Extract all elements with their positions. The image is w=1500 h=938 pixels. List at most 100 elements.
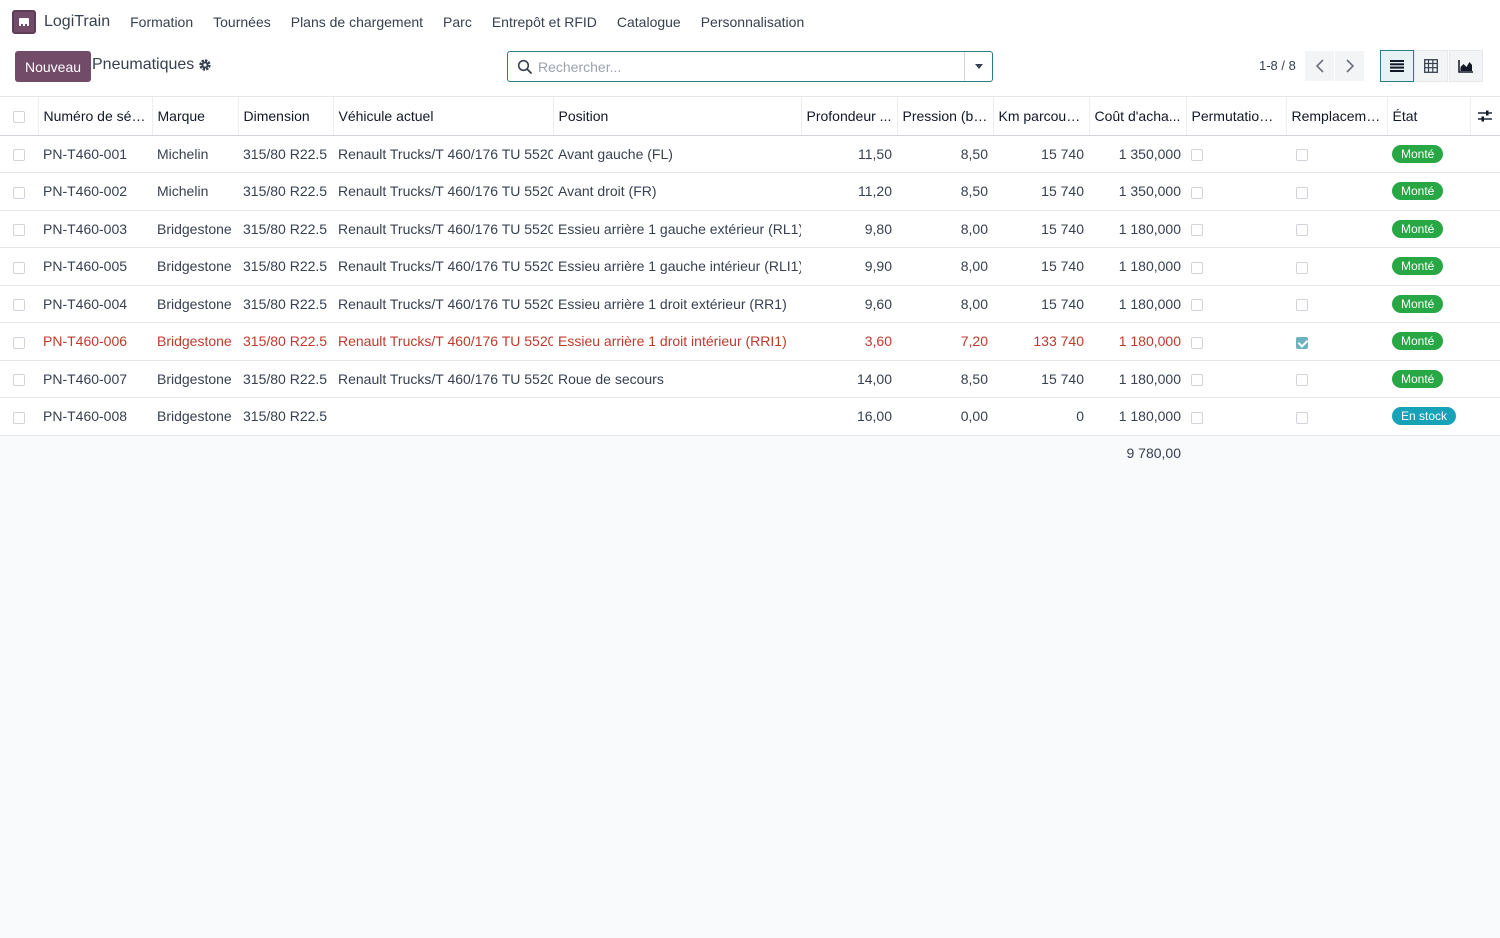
permutation-checkbox[interactable]	[1191, 149, 1203, 162]
cell-position[interactable]: Essieu arrière 1 gauche intérieur (RLI1)	[553, 247, 801, 286]
search-options-toggle[interactable]	[964, 52, 992, 81]
cell-position[interactable]: Roue de secours	[553, 360, 801, 398]
cell-pressure[interactable]: 8,00	[897, 285, 993, 323]
cell-depth[interactable]: 11,50	[801, 135, 897, 173]
cell-pressure[interactable]: 7,20	[897, 322, 993, 361]
table-row[interactable]: PN-T460-007 Bridgestone 315/80 R22.5 Renaul…	[0, 360, 1500, 398]
column-header-dimension[interactable]: Dimension	[237, 97, 333, 136]
cell-km[interactable]: 15 740	[993, 135, 1089, 173]
list-view-button[interactable]	[1380, 50, 1414, 82]
permutation-checkbox[interactable]	[1191, 411, 1203, 424]
cell-serial[interactable]: PN-T460-004	[38, 285, 152, 323]
cell-vehicle[interactable]: Renault Trucks/T 460/176 TU 5520	[333, 210, 553, 248]
column-header-pressure[interactable]: Pression (bar)	[896, 97, 993, 136]
permutation-checkbox[interactable]	[1191, 299, 1203, 312]
cell-position[interactable]	[553, 397, 801, 436]
row-select-checkbox[interactable]	[13, 224, 25, 237]
replacement-checkbox[interactable]	[1296, 149, 1308, 162]
table-row[interactable]: PN-T460-006 Bridgestone 315/80 R22.5 Renaul…	[0, 322, 1500, 361]
cell-depth[interactable]: 14,00	[801, 360, 897, 398]
column-header-state[interactable]: État	[1386, 97, 1470, 136]
nav-item-personnalisation[interactable]: Personnalisation	[701, 14, 805, 30]
cell-serial[interactable]: PN-T460-006	[38, 322, 152, 361]
cell-position[interactable]: Essieu arrière 1 droit extérieur (RR1)	[553, 285, 801, 323]
graph-view-button[interactable]	[1449, 50, 1483, 82]
pager-value[interactable]: 1-8 / 8	[1259, 58, 1296, 73]
table-row[interactable]: PN-T460-004 Bridgestone 315/80 R22.5 Renaul…	[0, 285, 1500, 323]
column-header-brand[interactable]: Marque	[151, 97, 238, 136]
cell-depth[interactable]: 16,00	[801, 397, 897, 436]
cell-depth[interactable]: 9,90	[801, 247, 897, 286]
permutation-checkbox[interactable]	[1191, 224, 1203, 237]
nav-item-entrepot-rfid[interactable]: Entrepôt et RFID	[492, 14, 597, 30]
row-select-checkbox[interactable]	[13, 149, 25, 162]
pager-previous-button[interactable]	[1305, 51, 1334, 81]
table-row[interactable]: PN-T460-003 Bridgestone 315/80 R22.5 Renaul…	[0, 210, 1500, 248]
cell-dimension[interactable]: 315/80 R22.5	[238, 322, 333, 361]
cell-serial[interactable]: PN-T460-008	[38, 397, 152, 436]
cell-depth[interactable]: 9,80	[801, 210, 897, 248]
select-all-checkbox[interactable]	[12, 111, 25, 124]
row-select-checkbox[interactable]	[13, 186, 25, 199]
cell-serial[interactable]: PN-T460-003	[38, 210, 152, 248]
pivot-view-button[interactable]	[1414, 50, 1448, 82]
cell-depth[interactable]: 3,60	[801, 322, 897, 361]
cell-dimension[interactable]: 315/80 R22.5	[238, 247, 333, 286]
cell-dimension[interactable]: 315/80 R22.5	[238, 285, 333, 323]
row-select-checkbox[interactable]	[13, 411, 25, 424]
cell-pressure[interactable]: 8,50	[897, 135, 993, 173]
cell-dimension[interactable]: 315/80 R22.5	[238, 360, 333, 398]
cell-cost[interactable]: 1 180,000	[1089, 247, 1186, 286]
cell-cost[interactable]: 1 180,000	[1089, 285, 1186, 323]
cell-serial[interactable]: PN-T460-001	[38, 135, 152, 173]
cell-depth[interactable]: 9,60	[801, 285, 897, 323]
nav-item-formation[interactable]: Formation	[130, 14, 193, 30]
column-header-cost[interactable]: Coût d'acha...	[1088, 97, 1186, 136]
cell-dimension[interactable]: 315/80 R22.5	[238, 397, 333, 436]
cell-vehicle[interactable]: Renault Trucks/T 460/176 TU 5520	[333, 247, 553, 286]
table-row[interactable]: PN-T460-008 Bridgestone 315/80 R22.5 16,00 0…	[0, 397, 1500, 436]
nav-item-catalogue[interactable]: Catalogue	[617, 14, 681, 30]
cell-dimension[interactable]: 315/80 R22.5	[238, 172, 333, 211]
cell-cost[interactable]: 1 180,000	[1089, 322, 1186, 361]
cell-vehicle[interactable]: Renault Trucks/T 460/176 TU 5520	[333, 285, 553, 323]
replacement-checkbox[interactable]	[1296, 186, 1308, 199]
cell-serial[interactable]: PN-T460-007	[38, 360, 152, 398]
replacement-checkbox[interactable]	[1296, 411, 1308, 424]
cell-brand[interactable]: Michelin	[152, 135, 238, 173]
cell-brand[interactable]: Bridgestone	[152, 210, 238, 248]
replacement-checkbox[interactable]	[1296, 261, 1308, 274]
cell-brand[interactable]: Bridgestone	[152, 322, 238, 361]
column-header-permutation[interactable]: Permutation ...	[1185, 97, 1286, 136]
replacement-checkbox[interactable]	[1296, 299, 1308, 312]
nav-item-parc[interactable]: Parc	[443, 14, 472, 30]
column-header-depth[interactable]: Profondeur ...	[800, 97, 897, 136]
new-button[interactable]: Nouveau	[15, 51, 92, 82]
cell-km[interactable]: 0	[993, 397, 1089, 436]
cell-pressure[interactable]: 8,00	[897, 247, 993, 286]
cell-cost[interactable]: 1 350,000	[1089, 135, 1186, 173]
cell-km[interactable]: 15 740	[993, 210, 1089, 248]
cell-pressure[interactable]: 8,50	[897, 172, 993, 211]
cell-dimension[interactable]: 315/80 R22.5	[238, 135, 333, 173]
nav-item-tournees[interactable]: Tournées	[213, 14, 271, 30]
row-select-checkbox[interactable]	[13, 336, 25, 349]
column-header-vehicle[interactable]: Véhicule actuel	[332, 97, 553, 136]
cell-serial[interactable]: PN-T460-005	[38, 247, 152, 286]
cell-position[interactable]: Avant gauche (FL)	[553, 135, 801, 173]
sliders-icon[interactable]	[1471, 110, 1500, 122]
column-header-serial[interactable]: Numéro de série	[37, 97, 152, 136]
cell-pressure[interactable]: 8,00	[897, 210, 993, 248]
cell-position[interactable]: Essieu arrière 1 gauche extérieur (RL1)	[553, 210, 801, 248]
cell-serial[interactable]: PN-T460-002	[38, 172, 152, 211]
cell-vehicle[interactable]: Renault Trucks/T 460/176 TU 5520	[333, 172, 553, 211]
cell-km[interactable]: 133 740	[993, 322, 1089, 361]
table-row[interactable]: PN-T460-002 Michelin 315/80 R22.5 Renault T…	[0, 172, 1500, 211]
cell-brand[interactable]: Michelin	[152, 172, 238, 211]
cell-km[interactable]: 15 740	[993, 247, 1089, 286]
cell-depth[interactable]: 11,20	[801, 172, 897, 211]
cell-km[interactable]: 15 740	[993, 360, 1089, 398]
permutation-checkbox[interactable]	[1191, 186, 1203, 199]
cell-position[interactable]: Avant droit (FR)	[553, 172, 801, 211]
cell-brand[interactable]: Bridgestone	[152, 397, 238, 436]
